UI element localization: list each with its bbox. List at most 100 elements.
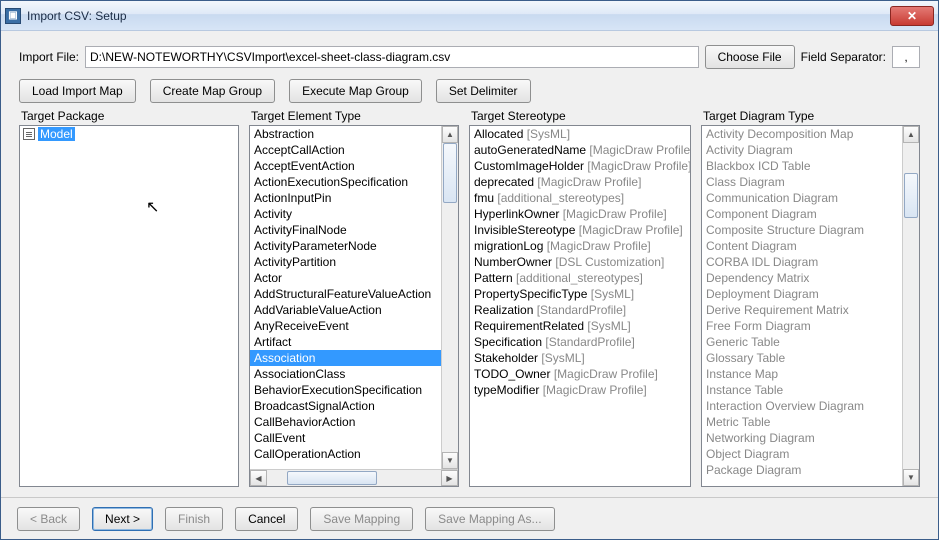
stereotype-item[interactable]: Allocated [SysML] <box>470 126 690 142</box>
diagram-type-item[interactable]: Class Diagram <box>702 174 902 190</box>
element-type-item[interactable]: AcceptEventAction <box>250 158 441 174</box>
wizard-footer: < Back Next > Finish Cancel Save Mapping… <box>1 497 938 539</box>
stereotype-item[interactable]: NumberOwner [DSL Customization] <box>470 254 690 270</box>
diagram-type-item[interactable]: Activity Diagram <box>702 142 902 158</box>
scroll-left-icon[interactable]: ◀ <box>250 470 267 486</box>
scroll-up-icon[interactable]: ▲ <box>442 126 458 143</box>
diagram-type-item[interactable]: Blackbox ICD Table <box>702 158 902 174</box>
close-button[interactable]: ✕ <box>890 6 934 26</box>
diagram-type-item[interactable]: Interaction Overview Diagram <box>702 398 902 414</box>
diagram-type-item[interactable]: Generic Table <box>702 334 902 350</box>
load-import-map-button[interactable]: Load Import Map <box>19 79 136 103</box>
scroll-right-icon[interactable]: ▶ <box>441 470 458 486</box>
import-file-label: Import File: <box>19 50 79 64</box>
import-file-input[interactable] <box>85 46 699 68</box>
element-type-item[interactable]: CallEvent <box>250 430 441 446</box>
stereotype-item[interactable]: migrationLog [MagicDraw Profile] <box>470 238 690 254</box>
target-element-type-header: Target Element Type <box>249 109 459 123</box>
element-type-item[interactable]: CallBehaviorAction <box>250 414 441 430</box>
window-title: Import CSV: Setup <box>27 9 890 23</box>
element-type-item[interactable]: AddStructuralFeatureValueAction <box>250 286 441 302</box>
diagram-type-item[interactable]: Glossary Table <box>702 350 902 366</box>
element-type-item[interactable]: AcceptCallAction <box>250 142 441 158</box>
target-element-type-list[interactable]: AbstractionAcceptCallActionAcceptEventAc… <box>249 125 459 487</box>
diagram-type-item[interactable]: Content Diagram <box>702 238 902 254</box>
tree-root-item[interactable]: Model <box>20 126 238 142</box>
target-diagram-type-list[interactable]: Activity Decomposition MapActivity Diagr… <box>701 125 920 487</box>
stereotype-item[interactable]: Specification [StandardProfile] <box>470 334 690 350</box>
save-mapping-as-button[interactable]: Save Mapping As... <box>425 507 554 531</box>
diagram-type-item[interactable]: Deployment Diagram <box>702 286 902 302</box>
choose-file-button[interactable]: Choose File <box>705 45 795 69</box>
stereotype-item[interactable]: PropertySpecificType [SysML] <box>470 286 690 302</box>
diagram-type-item[interactable]: Package Diagram <box>702 462 902 478</box>
diagram-type-item[interactable]: Metric Table <box>702 414 902 430</box>
stereotype-item[interactable]: RequirementRelated [SysML] <box>470 318 690 334</box>
element-type-hscrollbar[interactable]: ◀ ▶ <box>250 469 458 486</box>
element-type-item[interactable]: ActivityPartition <box>250 254 441 270</box>
stereotype-item[interactable]: TODO_Owner [MagicDraw Profile] <box>470 366 690 382</box>
element-type-item[interactable]: ActionExecutionSpecification <box>250 174 441 190</box>
back-button[interactable]: < Back <box>17 507 80 531</box>
element-type-item[interactable]: Artifact <box>250 334 441 350</box>
cursor-icon: ↖ <box>146 197 159 217</box>
stereotype-item[interactable]: fmu [additional_stereotypes] <box>470 190 690 206</box>
target-package-header: Target Package <box>19 109 239 123</box>
execute-map-group-button[interactable]: Execute Map Group <box>289 79 422 103</box>
field-separator-label: Field Separator: <box>801 50 886 64</box>
cancel-button[interactable]: Cancel <box>235 507 298 531</box>
target-stereotype-list[interactable]: Allocated [SysML]autoGeneratedName [Magi… <box>469 125 691 487</box>
element-type-item[interactable]: Abstraction <box>250 126 441 142</box>
stereotype-item[interactable]: autoGeneratedName [MagicDraw Profile] <box>470 142 690 158</box>
diagram-type-item[interactable]: Instance Table <box>702 382 902 398</box>
element-type-item[interactable]: Actor <box>250 270 441 286</box>
diagram-type-scrollbar[interactable]: ▲ ▼ <box>902 126 919 486</box>
titlebar[interactable]: ▣ Import CSV: Setup ✕ <box>1 1 938 31</box>
scroll-up-icon[interactable]: ▲ <box>903 126 919 143</box>
element-type-item[interactable]: ActivityFinalNode <box>250 222 441 238</box>
app-icon: ▣ <box>5 8 21 24</box>
diagram-type-item[interactable]: Dependency Matrix <box>702 270 902 286</box>
diagram-type-item[interactable]: Communication Diagram <box>702 190 902 206</box>
field-separator-input[interactable]: , <box>892 46 920 68</box>
diagram-type-item[interactable]: CORBA IDL Diagram <box>702 254 902 270</box>
next-button[interactable]: Next > <box>92 507 153 531</box>
element-type-item[interactable]: ActionInputPin <box>250 190 441 206</box>
diagram-type-item[interactable]: Derive Requirement Matrix <box>702 302 902 318</box>
element-type-item[interactable]: AssociationClass <box>250 366 441 382</box>
diagram-type-item[interactable]: Activity Decomposition Map <box>702 126 902 142</box>
stereotype-item[interactable]: Realization [StandardProfile] <box>470 302 690 318</box>
stereotype-item[interactable]: Pattern [additional_stereotypes] <box>470 270 690 286</box>
stereotype-item[interactable]: InvisibleStereotype [MagicDraw Profile] <box>470 222 690 238</box>
stereotype-item[interactable]: Stakeholder [SysML] <box>470 350 690 366</box>
diagram-type-item[interactable]: Free Form Diagram <box>702 318 902 334</box>
set-delimiter-button[interactable]: Set Delimiter <box>436 79 531 103</box>
target-diagram-type-header: Target Diagram Type <box>701 109 920 123</box>
import-csv-dialog: ▣ Import CSV: Setup ✕ Import File: Choos… <box>0 0 939 540</box>
element-type-item[interactable]: AddVariableValueAction <box>250 302 441 318</box>
stereotype-item[interactable]: CustomImageHolder [MagicDraw Profile] <box>470 158 690 174</box>
diagram-type-item[interactable]: Component Diagram <box>702 206 902 222</box>
stereotype-item[interactable]: deprecated [MagicDraw Profile] <box>470 174 690 190</box>
element-type-item[interactable]: CallOperationAction <box>250 446 441 462</box>
stereotype-item[interactable]: HyperlinkOwner [MagicDraw Profile] <box>470 206 690 222</box>
element-type-item[interactable]: AnyReceiveEvent <box>250 318 441 334</box>
element-type-scrollbar[interactable]: ▲ ▼ <box>441 126 458 469</box>
target-package-tree[interactable]: Model ↖ <box>19 125 239 487</box>
element-type-item[interactable]: Association <box>250 350 441 366</box>
create-map-group-button[interactable]: Create Map Group <box>150 79 275 103</box>
element-type-item[interactable]: BehaviorExecutionSpecification <box>250 382 441 398</box>
element-type-item[interactable]: Activity <box>250 206 441 222</box>
stereotype-item[interactable]: typeModifier [MagicDraw Profile] <box>470 382 690 398</box>
diagram-type-item[interactable]: Networking Diagram <box>702 430 902 446</box>
scroll-down-icon[interactable]: ▼ <box>442 452 458 469</box>
element-type-item[interactable]: BroadcastSignalAction <box>250 398 441 414</box>
diagram-type-item[interactable]: Composite Structure Diagram <box>702 222 902 238</box>
diagram-type-item[interactable]: Instance Map <box>702 366 902 382</box>
diagram-type-item[interactable]: Object Diagram <box>702 446 902 462</box>
tree-root-label: Model <box>38 127 75 141</box>
finish-button[interactable]: Finish <box>165 507 223 531</box>
element-type-item[interactable]: ActivityParameterNode <box>250 238 441 254</box>
scroll-down-icon[interactable]: ▼ <box>903 469 919 486</box>
save-mapping-button[interactable]: Save Mapping <box>310 507 413 531</box>
